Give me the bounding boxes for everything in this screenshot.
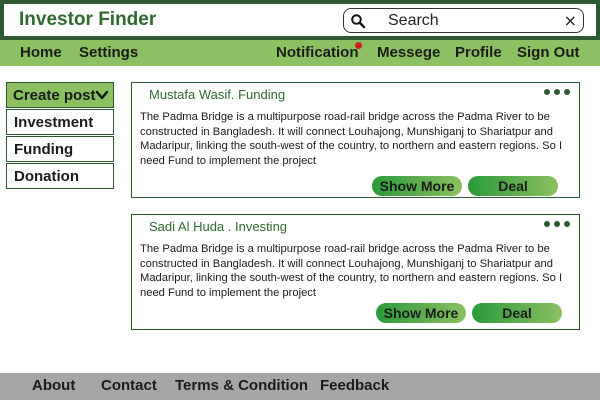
search-input[interactable] <box>374 11 564 30</box>
nav-message[interactable]: Messege <box>377 44 440 61</box>
footer-link-terms[interactable]: Terms & Condition <box>175 377 308 394</box>
show-more-button[interactable]: Show More <box>376 303 466 323</box>
search-icon[interactable] <box>350 13 366 29</box>
post-body: The Padma Bridge is a multipurpose road-… <box>140 111 563 168</box>
nav-home[interactable]: Home <box>20 44 62 61</box>
post-body: The Padma Bridge is a multipurpose road-… <box>140 243 563 300</box>
nav-notification[interactable]: Notification <box>276 44 359 61</box>
close-icon[interactable]: × <box>564 11 577 30</box>
more-icon[interactable] <box>543 88 571 96</box>
chevron-down-icon <box>96 90 108 100</box>
sidebar-item-funding[interactable]: Funding <box>6 136 114 162</box>
post-card: Mustafa Wasif. Funding The Padma Bridge … <box>131 82 580 198</box>
show-more-button[interactable]: Show More <box>372 176 462 196</box>
post-author: Sadi Al Huda . Investing <box>149 219 288 234</box>
create-post-dropdown[interactable]: Create post <box>6 82 114 108</box>
search-box[interactable]: × <box>343 8 584 33</box>
main-nav: Home Settings Notification Messege Profi… <box>0 40 600 66</box>
post-author: Mustafa Wasif. Funding <box>149 87 286 102</box>
nav-settings[interactable]: Settings <box>79 44 138 61</box>
footer-link-contact[interactable]: Contact <box>101 377 157 394</box>
sidebar-item-donation[interactable]: Donation <box>6 163 114 189</box>
more-icon[interactable] <box>543 220 571 228</box>
nav-profile[interactable]: Profile <box>455 44 502 61</box>
notification-dot <box>355 42 362 49</box>
create-post-label: Create post <box>13 87 96 104</box>
deal-button[interactable]: Deal <box>472 303 562 323</box>
nav-sign-out[interactable]: Sign Out <box>517 44 580 61</box>
post-card: Sadi Al Huda . Investing The Padma Bridg… <box>131 214 580 330</box>
app-title: Investor Finder <box>19 9 157 30</box>
footer: About Contact Terms & Condition Feedback <box>0 373 600 400</box>
app-header: Investor Finder × <box>0 0 600 40</box>
sidebar-item-investment[interactable]: Investment <box>6 109 114 135</box>
footer-link-feedback[interactable]: Feedback <box>320 377 389 394</box>
deal-button[interactable]: Deal <box>468 176 558 196</box>
footer-link-about[interactable]: About <box>32 377 75 394</box>
